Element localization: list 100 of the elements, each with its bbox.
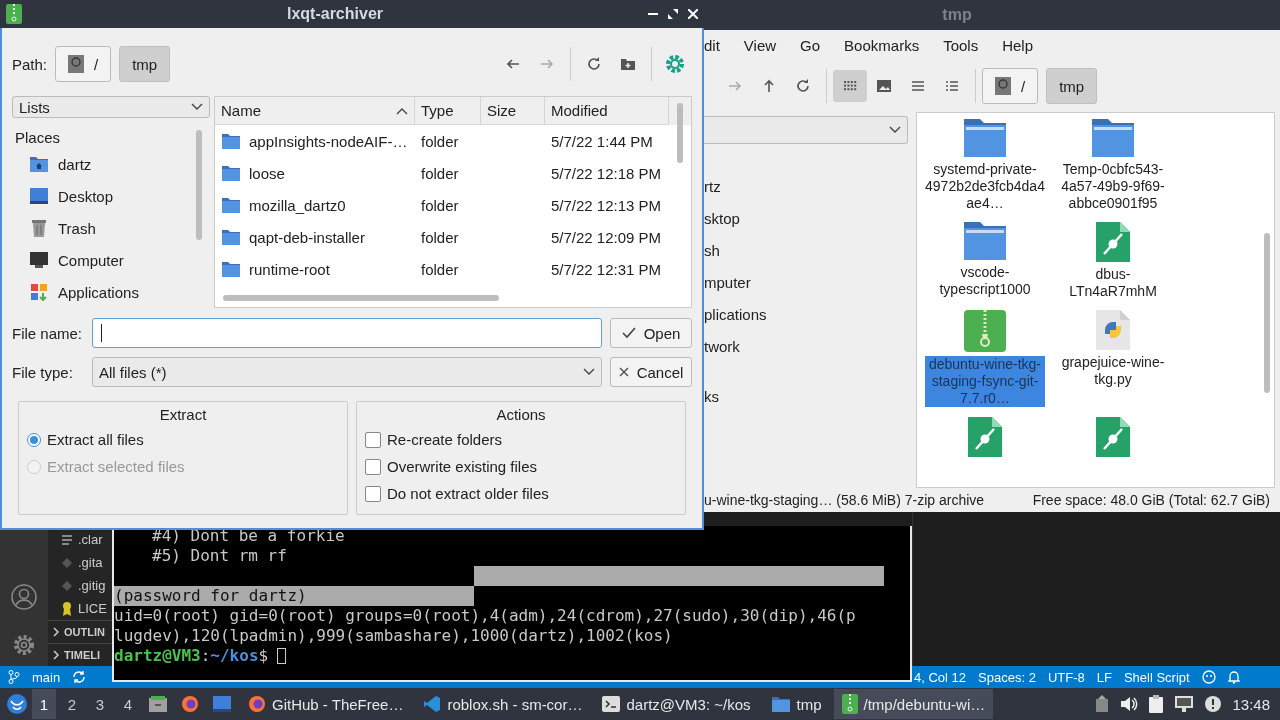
path-button[interactable]: / <box>55 46 112 82</box>
zip-archive-icon <box>964 310 1006 352</box>
free-space-text: Free space: 48.0 GiB (Total: 62.7 GiB) <box>1032 492 1271 508</box>
refresh-icon <box>586 56 602 72</box>
explorer-item[interactable]: LICE <box>78 601 107 616</box>
desktop-switcher[interactable]: 1 <box>32 689 56 719</box>
notification-icon[interactable] <box>1204 695 1223 713</box>
place-item[interactable]: Applications <box>58 283 139 301</box>
explorer-item[interactable]: .clar <box>78 532 103 547</box>
path-label: Path: <box>12 55 48 73</box>
desktop-switcher[interactable]: 4 <box>116 689 140 719</box>
network-icon[interactable] <box>1174 695 1195 713</box>
sidebar-item[interactable]: plications <box>704 306 767 323</box>
clipboard-icon[interactable] <box>1148 694 1165 714</box>
menu-item[interactable]: Tools <box>943 36 979 54</box>
package-icon[interactable] <box>1094 695 1111 713</box>
checkbox[interactable] <box>365 485 381 502</box>
desktop-switcher[interactable]: 2 <box>60 689 84 719</box>
checkbox[interactable] <box>365 431 381 448</box>
path-button[interactable]: tmp <box>119 46 171 82</box>
refresh-icon <box>795 78 811 94</box>
scrollbar[interactable] <box>196 130 202 240</box>
status-item[interactable]: Shell Script <box>1123 669 1190 685</box>
places-dropdown[interactable]: Lists <box>12 96 210 118</box>
menu-item[interactable]: Bookmarks <box>844 36 920 54</box>
place-item[interactable]: dartz <box>58 155 92 173</box>
explorer-item[interactable]: .gitig <box>78 578 106 593</box>
column-header[interactable]: Type <box>415 97 481 125</box>
view-mode-button[interactable] <box>833 70 867 102</box>
option-label: Do not extract older files <box>387 485 549 502</box>
menu-item[interactable]: View <box>743 36 777 54</box>
taskbar-task[interactable]: dartz@VM3: ~/kos <box>594 689 759 719</box>
sidebar-item[interactable]: ks <box>704 388 719 405</box>
open-button[interactable]: Open <box>610 318 692 348</box>
scrollbar[interactable] <box>1264 233 1270 393</box>
column-header[interactable]: Modified <box>545 97 669 125</box>
checkbox[interactable] <box>365 458 381 475</box>
taskbar-task[interactable]: roblox.sh - sm-cor… <box>415 689 591 719</box>
folder-icon <box>964 222 1006 260</box>
explorer-item[interactable]: .gita <box>78 555 103 570</box>
file-name[interactable]: appInsights-nodeAIF-… <box>249 132 408 150</box>
sync-icon[interactable] <box>72 670 87 684</box>
taskbar-task[interactable]: /tmp/debuntu-wi… <box>833 689 994 719</box>
taskbar-task[interactable]: GitHub - TheFree… <box>240 689 412 719</box>
column-header[interactable]: Name <box>215 97 415 125</box>
file-type-dropdown[interactable]: All files (*) <box>92 357 602 387</box>
sidebar-item[interactable]: twork <box>704 338 740 355</box>
place-item[interactable]: Desktop <box>58 187 114 205</box>
list-view-icon <box>910 78 926 94</box>
taskbar-task[interactable]: tmp <box>762 689 830 719</box>
branch-icon[interactable] <box>8 670 20 684</box>
monitor-icon <box>29 251 49 269</box>
radio-button[interactable] <box>27 432 41 447</box>
status-item[interactable]: 4, Col 12 <box>914 669 967 685</box>
image-view-icon <box>876 78 892 94</box>
folder-icon <box>221 164 241 182</box>
file-name[interactable]: mozilla_dartz0 <box>249 196 346 214</box>
task-title: roblox.sh - sm-cor… <box>447 695 583 713</box>
place-item[interactable]: Trash <box>58 219 96 237</box>
sidebar-item[interactable]: sktop <box>704 210 740 227</box>
table-cell-text: folder <box>420 164 460 182</box>
cancel-button[interactable]: Cancel <box>610 357 692 387</box>
file-name[interactable]: loose <box>249 164 285 182</box>
settings-icon[interactable] <box>11 632 37 658</box>
sidebar-item[interactable]: sh <box>704 242 720 259</box>
column-header[interactable]: Size <box>481 97 545 125</box>
bell-icon[interactable] <box>1227 670 1240 684</box>
file-lines-icon <box>62 534 72 545</box>
menu-item[interactable]: dit <box>704 36 720 54</box>
option-label: Overwrite existing files <box>387 458 538 475</box>
desktop-switcher[interactable]: 3 <box>88 689 112 719</box>
diamond-icon <box>62 580 72 591</box>
clock[interactable]: 13:48 <box>1232 695 1270 713</box>
feedback-icon[interactable] <box>1201 670 1216 684</box>
file-name[interactable]: qapt-deb-installer <box>249 228 365 246</box>
path-button[interactable]: / <box>982 68 1039 104</box>
branch-name[interactable]: main <box>32 669 61 685</box>
status-item[interactable]: LF <box>1096 669 1112 685</box>
file-name-field[interactable] <box>92 318 602 348</box>
link-file-icon <box>968 417 1002 457</box>
file-name[interactable]: runtime-root <box>249 260 330 278</box>
maximize-icon[interactable] <box>668 9 678 19</box>
folder-icon <box>221 196 241 214</box>
path-button[interactable]: tmp <box>1046 68 1098 104</box>
place-item[interactable]: Computer <box>58 251 124 269</box>
account-icon[interactable] <box>11 584 37 610</box>
chevron-down-icon <box>191 103 203 111</box>
menu-item[interactable]: Go <box>800 36 821 54</box>
sidebar-item[interactable]: rtz <box>704 178 721 195</box>
task-title: dartz@VM3: ~/kos <box>626 695 751 713</box>
status-item[interactable]: UTF-8 <box>1047 669 1085 685</box>
close-icon[interactable] <box>688 9 698 19</box>
sidebar-item[interactable]: mputer <box>704 274 751 291</box>
option-label: Re-create folders <box>387 431 503 448</box>
volume-icon[interactable] <box>1120 696 1139 712</box>
status-item[interactable]: Spaces: 2 <box>978 669 1036 685</box>
menu-item[interactable]: Help <box>1002 36 1034 54</box>
scrollbar[interactable] <box>223 295 499 301</box>
start-menu-icon[interactable] <box>6 693 28 715</box>
scrollbar[interactable] <box>677 103 683 163</box>
